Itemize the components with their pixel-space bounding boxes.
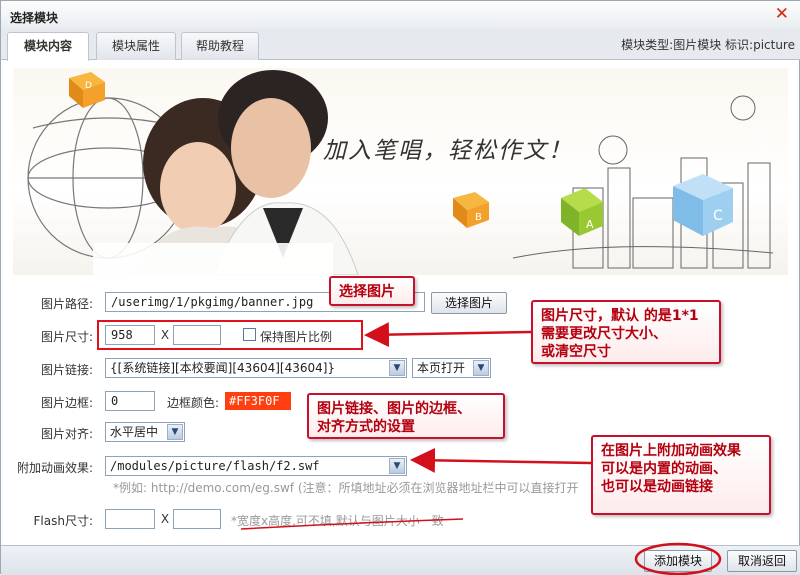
add-module-button[interactable]: 添加模块 [644, 550, 712, 572]
image-size-highlight [97, 320, 363, 350]
module-type-info: 模块类型:图片模块 标识:picture [621, 38, 795, 52]
svg-text:B: B [475, 212, 482, 223]
dialog-title: 选择模块 [10, 11, 59, 25]
chevron-down-icon: ▼ [389, 360, 405, 376]
image-border-input[interactable]: 0 [105, 391, 155, 411]
image-align-value: 水平居中 [110, 425, 159, 439]
link-target-value: 本页打开 [417, 361, 466, 375]
animation-value: /modules/picture/flash/f2.swf [110, 459, 320, 473]
banner-slogan: 加入笔唱，轻松作文！ [323, 138, 573, 164]
flash-height-input[interactable] [173, 509, 221, 529]
tab-module-content[interactable]: 模块内容 [7, 32, 89, 61]
border-color-swatch[interactable]: #FF3F0F [225, 392, 291, 410]
callout-animation-note: 在图片上附加动画效果 可以是内置的动画、 也可以是动画链接 [591, 435, 771, 515]
close-icon[interactable]: ✕ [775, 6, 789, 23]
chevron-down-icon: ▼ [167, 424, 183, 440]
border-color-label: 边框颜色: [167, 396, 220, 410]
cancel-return-button[interactable]: 取消返回 [727, 550, 797, 572]
callout-size-line-3: 或清空尺寸 [541, 344, 611, 360]
callout-size-note: 图片尺寸，默认 的是1*1 需要更改尺寸大小、 或清空尺寸 [531, 300, 721, 364]
callout-size-line-2: 需要更改尺寸大小、 [541, 326, 667, 342]
banner-image-preview: D B A C 加入笔唱，轻松作文！ [13, 68, 788, 275]
callout-animation-line-3: 也可以是动画链接 [601, 479, 713, 495]
callout-size-line-1: 图片尺寸，默认 的是1*1 [541, 308, 699, 324]
chevron-down-icon: ▼ [389, 458, 405, 474]
select-module-dialog: 选择模块 ✕ 模块内容 模块属性 帮助教程 模块类型:图片模块 标识:pictu… [0, 0, 800, 575]
callout-link-line-1: 图片链接、图片的边框、 [317, 401, 471, 417]
select-image-button[interactable]: 选择图片 [431, 292, 507, 314]
image-link-select[interactable]: {[系统链接][本校要闻][43604][43604]} ▼ [105, 358, 407, 378]
arrow-to-animation-row [410, 447, 592, 473]
image-align-select[interactable]: 水平居中 ▼ [105, 422, 185, 442]
tab-help-tutorial[interactable]: 帮助教程 [181, 32, 259, 60]
image-align-label: 图片对齐: [40, 427, 93, 441]
cube-b: B [453, 192, 489, 228]
svg-text:A: A [586, 218, 594, 231]
animation-select[interactable]: /modules/picture/flash/f2.swf ▼ [105, 456, 407, 476]
banner-illustration: D B A C [27, 70, 774, 275]
svg-text:D: D [85, 81, 92, 91]
tab-bar: 模块内容 模块属性 帮助教程 模块类型:图片模块 标识:picture [1, 29, 800, 61]
callout-link-note: 图片链接、图片的边框、 对齐方式的设置 [307, 393, 505, 439]
animation-label: 附加动画效果: [16, 461, 93, 475]
callout-link-line-2: 对齐方式的设置 [317, 419, 415, 435]
image-size-label: 图片尺寸: [40, 330, 93, 344]
callout-select-image: 选择图片 [329, 276, 415, 306]
svg-text:C: C [713, 208, 723, 224]
callout-animation-line-2: 可以是内置的动画、 [601, 461, 727, 477]
flash-width-input[interactable] [105, 509, 155, 529]
chevron-down-icon: ▼ [473, 360, 489, 376]
image-border-label: 图片边框: [40, 396, 93, 410]
flash-x-separator: X [160, 512, 170, 526]
arrow-to-size-row [364, 322, 532, 348]
flash-size-label: Flash尺寸: [33, 514, 94, 528]
cube-d: D [69, 72, 105, 108]
students-photo [93, 70, 359, 275]
dialog-footer: 添加模块 取消返回 [1, 545, 800, 575]
flash-size-hint: *宽度x高度,可不填,默认与图片大小一致 [231, 514, 444, 528]
tab-module-properties[interactable]: 模块属性 [96, 32, 176, 60]
callout-animation-line-1: 在图片上附加动画效果 [601, 443, 741, 459]
dialog-titlebar: 选择模块 ✕ [1, 1, 800, 29]
animation-hint: *例如: http://demo.com/eg.swf (注意：所填地址必须在浏… [113, 481, 579, 495]
image-path-label: 图片路径: [40, 297, 93, 311]
image-link-label: 图片链接: [40, 363, 93, 377]
link-target-select[interactable]: 本页打开 ▼ [412, 358, 491, 378]
image-link-value: {[系统链接][本校要闻][43604][43604]} [110, 361, 336, 375]
cube-a: A [561, 188, 603, 236]
